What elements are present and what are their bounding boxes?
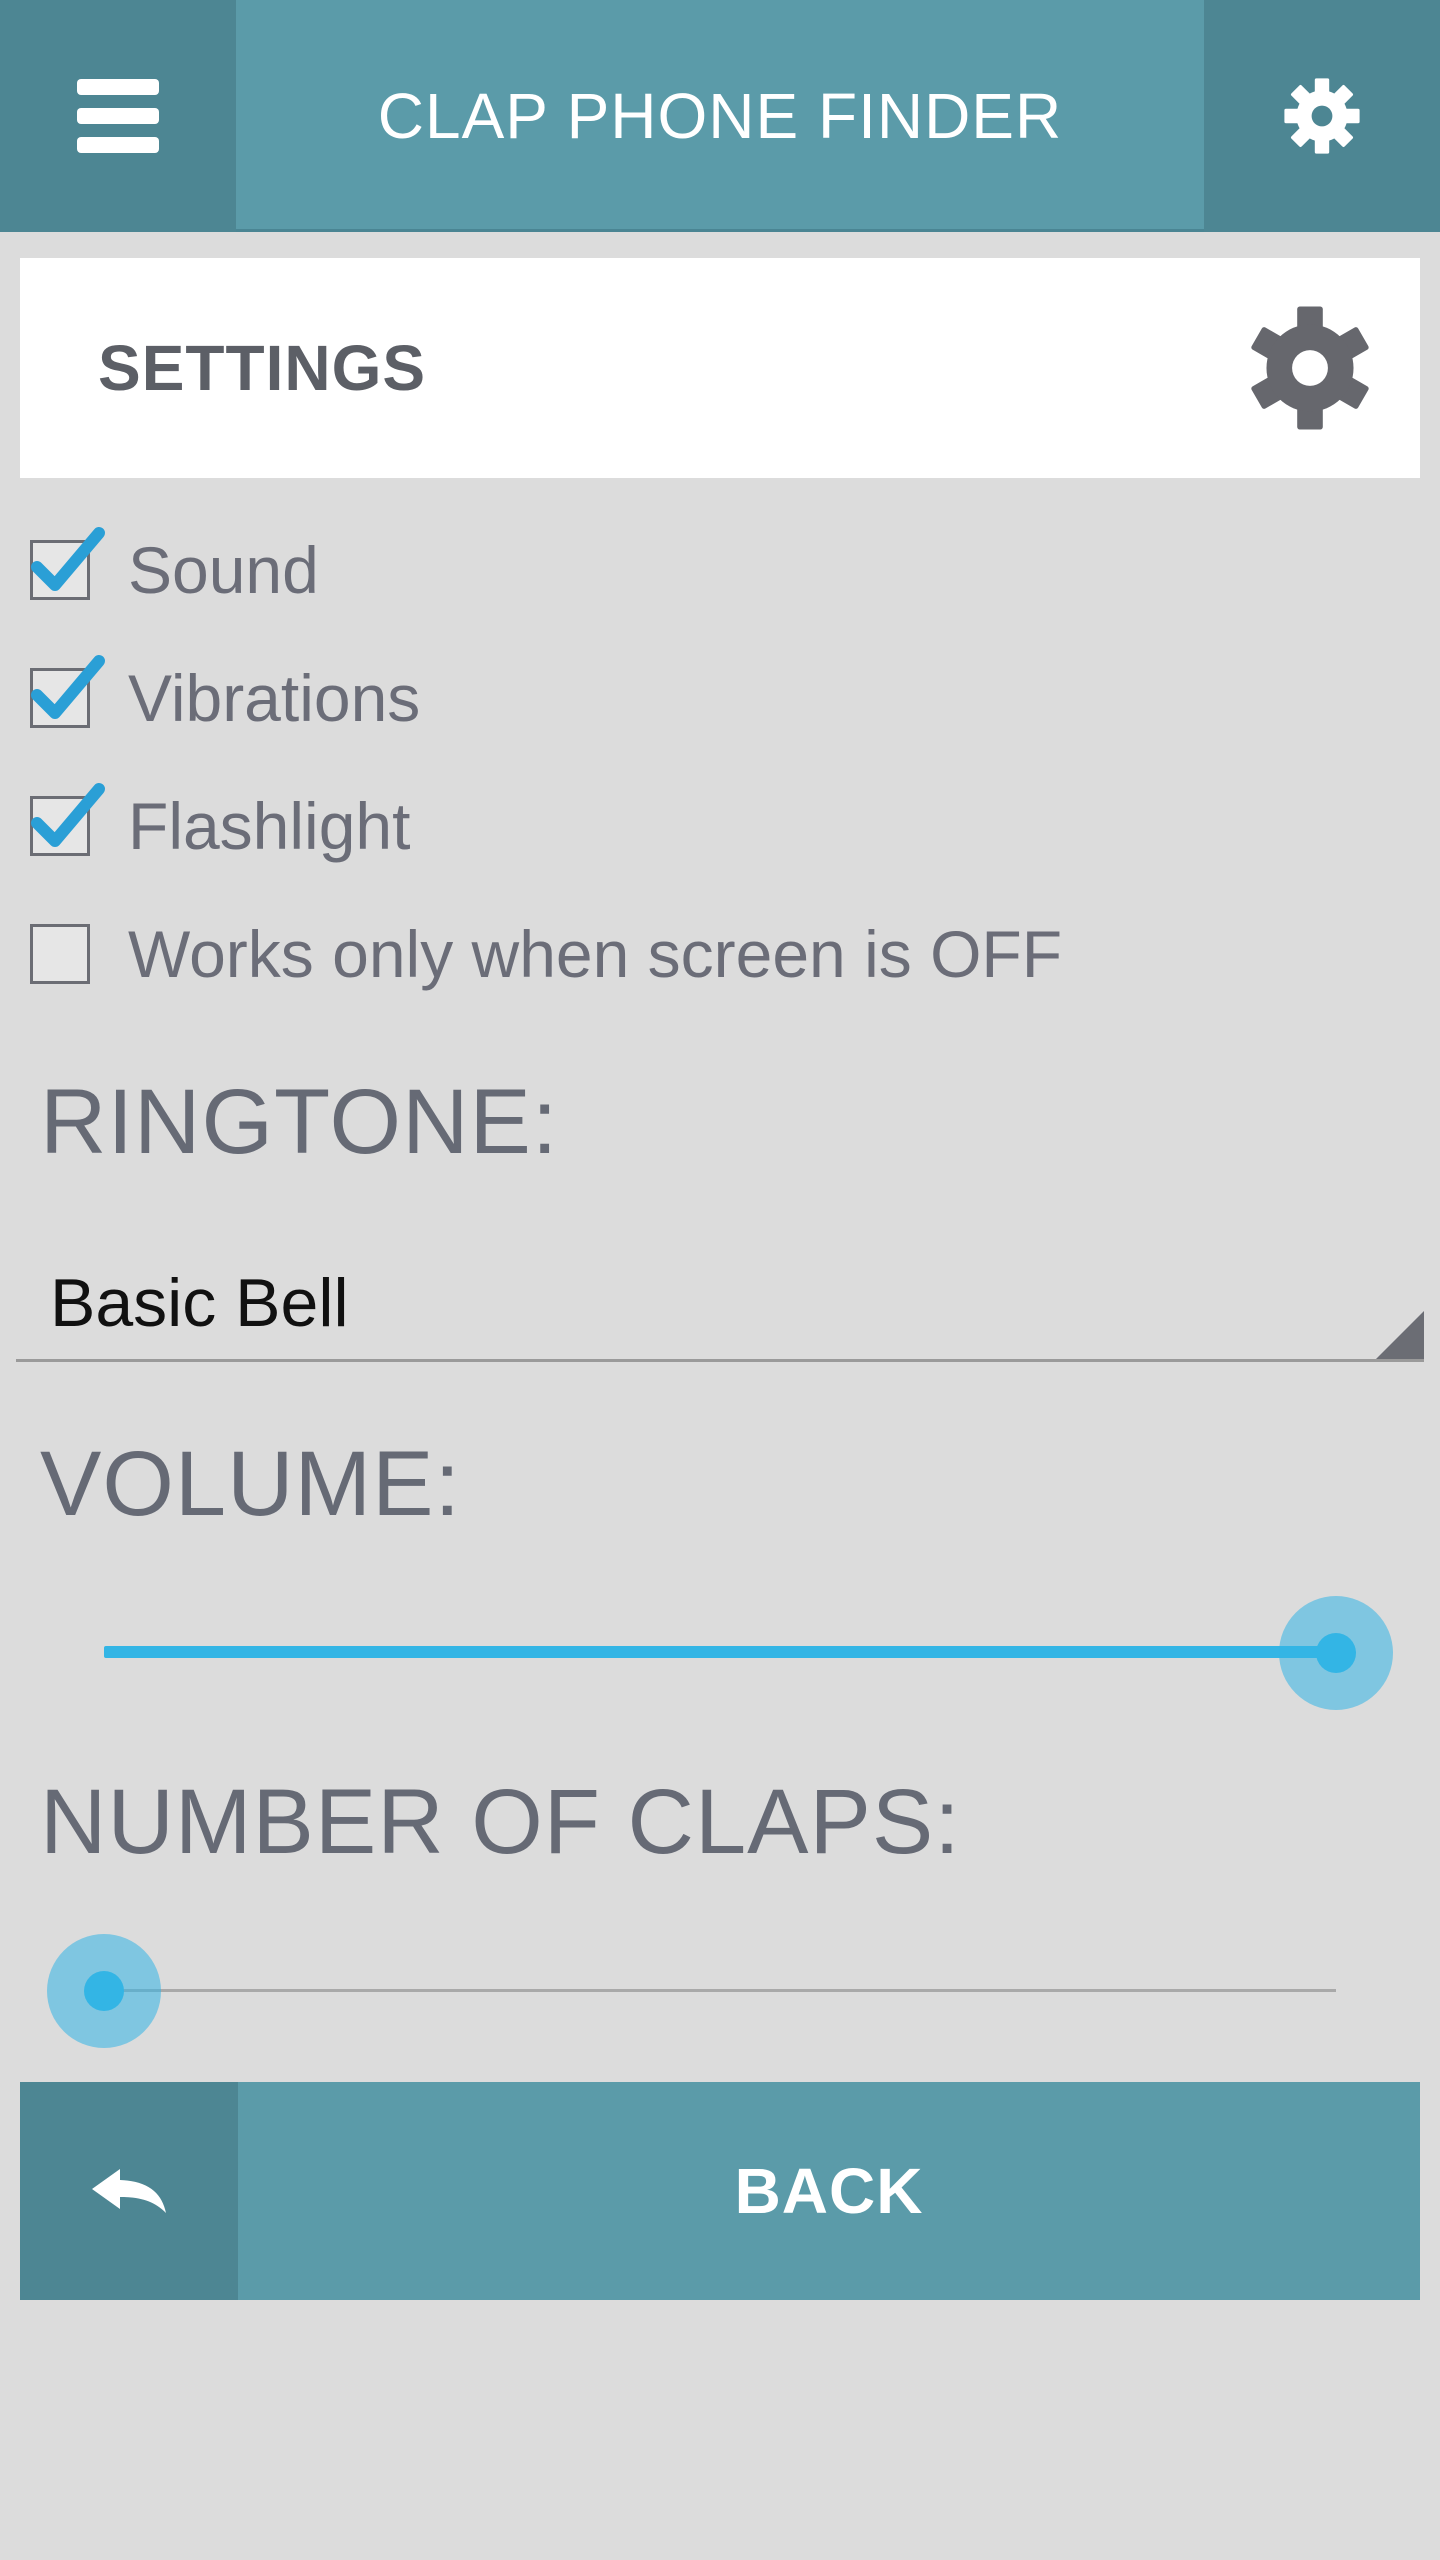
dropdown-arrow-icon: [1376, 1311, 1424, 1359]
checkmark-icon: [31, 527, 105, 591]
checkmark-icon: [31, 783, 105, 847]
back-icon-area: [20, 2082, 238, 2300]
gear-icon: [1251, 306, 1369, 430]
sound-checkbox[interactable]: [30, 527, 105, 600]
screen-off-option[interactable]: Works only when screen is OFF: [30, 904, 1062, 1004]
claps-slider[interactable]: [47, 1931, 1336, 2051]
gear-icon: [1284, 78, 1360, 154]
checkmark-icon: [31, 655, 105, 719]
ringtone-dropdown[interactable]: Basic Bell: [16, 1250, 1424, 1362]
reply-arrow-icon: [92, 2169, 166, 2213]
settings-header-card: SETTINGS: [20, 258, 1420, 478]
back-label: BACK: [734, 2155, 924, 2227]
hamburger-menu-icon: [77, 79, 159, 153]
screen-off-checkbox[interactable]: [30, 924, 90, 984]
back-button[interactable]: BACK: [20, 2082, 1420, 2300]
settings-button[interactable]: [1204, 0, 1440, 232]
vibrations-label: Vibrations: [128, 661, 421, 735]
claps-slider-thumb[interactable]: [47, 1934, 161, 2048]
ringtone-heading: RINGTONE:: [40, 1071, 559, 1173]
volume-slider-fill: [104, 1646, 1336, 1658]
vibrations-option[interactable]: Vibrations: [30, 648, 420, 748]
volume-slider[interactable]: [104, 1593, 1393, 1713]
flashlight-option[interactable]: Flashlight: [30, 776, 410, 876]
ringtone-selected-value: Basic Bell: [50, 1265, 349, 1341]
app-title: CLAP PHONE FINDER: [377, 80, 1063, 152]
app-bar: CLAP PHONE FINDER: [0, 0, 1440, 232]
settings-title: SETTINGS: [98, 332, 427, 404]
menu-button[interactable]: [0, 0, 236, 232]
claps-heading: NUMBER OF CLAPS:: [40, 1771, 961, 1873]
vibrations-checkbox[interactable]: [30, 655, 105, 728]
volume-heading: VOLUME:: [40, 1433, 462, 1535]
sound-option[interactable]: Sound: [30, 520, 319, 620]
screen-off-label: Works only when screen is OFF: [128, 917, 1063, 991]
sound-label: Sound: [128, 533, 319, 607]
flashlight-label: Flashlight: [128, 789, 411, 863]
flashlight-checkbox[interactable]: [30, 783, 105, 856]
claps-slider-track: [104, 1989, 1336, 1992]
volume-slider-thumb[interactable]: [1279, 1596, 1393, 1710]
